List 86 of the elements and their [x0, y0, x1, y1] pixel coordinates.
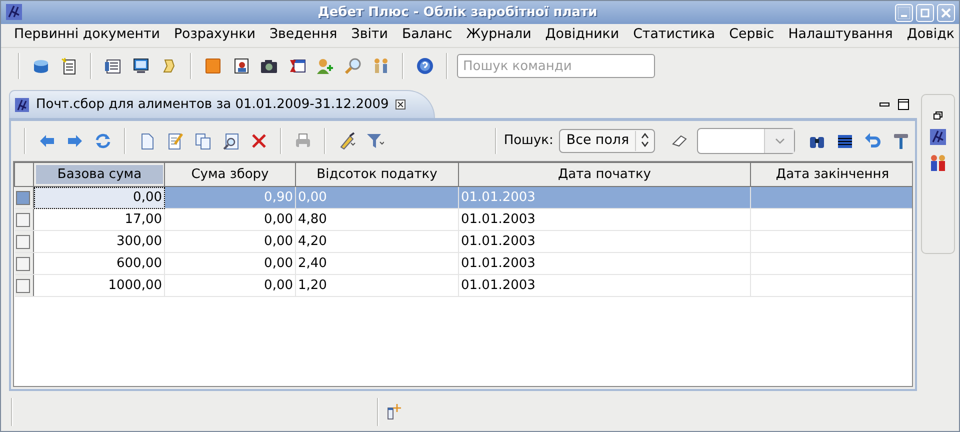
table-cell: 0,00 [296, 186, 458, 208]
table-cell: 01.01.2003 [458, 274, 750, 296]
close-icon[interactable] [394, 98, 406, 110]
spinner-arrows-icon [640, 132, 650, 148]
table-cell: 1,20 [296, 274, 458, 296]
row-selector[interactable] [16, 256, 30, 270]
menu-item[interactable]: Журнали [459, 25, 538, 46]
filter-icon [366, 132, 384, 150]
table-cell: 01.01.2003 [458, 186, 750, 208]
forward-icon [66, 132, 84, 150]
app-logo-icon [5, 3, 23, 22]
square-icon [204, 57, 222, 75]
calendar-icon [288, 57, 306, 75]
table-cell: 1000,00 [34, 274, 164, 296]
menu-item[interactable]: Довідники [538, 25, 626, 46]
table-cell: 17,00 [34, 208, 164, 230]
close-button[interactable] [937, 4, 955, 22]
list-icon [104, 57, 122, 75]
table-cell: 0,90 [164, 186, 296, 208]
print-icon [294, 132, 312, 150]
window-title: Дебет Плюс - Облік заробітної плати [316, 4, 598, 22]
search-icon [344, 57, 362, 75]
row-selector[interactable] [16, 212, 30, 226]
database-icon [32, 57, 50, 75]
search-combo-field[interactable] [697, 128, 795, 154]
table-cell: 0,00 [164, 252, 296, 274]
document-tab[interactable]: Почт.сбор для алиментов за 01.01.2009-31.12.2009 [9, 90, 435, 118]
app-logo-icon[interactable] [929, 128, 947, 146]
table-cell: 01.01.2003 [458, 252, 750, 274]
app-logo-icon [14, 96, 30, 112]
camera-icon [260, 57, 278, 75]
table-cell: 4,80 [296, 208, 458, 230]
minimize-icon [898, 6, 910, 18]
column-header[interactable]: Сума збору [164, 162, 296, 186]
marker-icon [338, 132, 356, 150]
table-cell: 300,00 [34, 230, 164, 252]
menu-item[interactable]: Статистика [626, 25, 722, 46]
user-add-icon [316, 57, 334, 75]
rows-icon [836, 132, 854, 150]
row-selector[interactable] [16, 190, 30, 204]
copy-icon [194, 132, 212, 150]
table-cell: 0,00 [34, 186, 164, 208]
hammer-icon [892, 132, 910, 150]
menu-item[interactable]: Первинні документи [7, 25, 167, 46]
people-icon[interactable] [929, 154, 947, 172]
table-cell: 0,00 [164, 208, 296, 230]
edit-document-icon [166, 132, 184, 150]
menu-item[interactable]: Розрахунки [166, 25, 262, 46]
close-icon [940, 6, 952, 18]
table-cell: 0,00 [164, 230, 296, 252]
table-cell: 01.01.2003 [458, 208, 750, 230]
maximize-button[interactable] [916, 4, 934, 22]
portrait-icon [232, 57, 250, 75]
minimize-button[interactable] [895, 4, 913, 22]
command-search-field[interactable]: Пошук команди [457, 54, 655, 78]
table-cell: 01.01.2003 [458, 230, 750, 252]
maximize-icon[interactable] [898, 99, 909, 110]
menu-item[interactable]: Звіти [344, 25, 395, 46]
delete-icon [250, 132, 268, 150]
column-header[interactable]: Дата початку [458, 162, 750, 186]
menu-item[interactable]: Зведення [262, 25, 344, 46]
row-selector[interactable] [16, 278, 30, 292]
fast-view-icon[interactable] [387, 402, 403, 421]
menu-item[interactable]: Налаштування [781, 25, 900, 46]
preview-icon [222, 132, 240, 150]
maximize-icon [919, 6, 931, 18]
menu-item[interactable]: Довідк [900, 25, 959, 46]
table-cell: 0,00 [164, 274, 296, 296]
table-cell: 4,20 [296, 230, 458, 252]
people-icon [372, 57, 390, 75]
new-document-icon [60, 57, 78, 75]
monitor-icon [132, 57, 150, 75]
refresh-icon [94, 132, 112, 150]
column-header[interactable]: Базова сума [34, 162, 164, 186]
table-cell: 2,40 [296, 252, 458, 274]
table-cell: 600,00 [34, 252, 164, 274]
menu-item[interactable]: Сервіс [722, 25, 782, 46]
column-header[interactable]: Дата закінчення [750, 162, 912, 186]
menu-item[interactable]: Баланс [394, 25, 460, 46]
search-field-select[interactable]: Все поля [559, 129, 655, 153]
column-header[interactable]: Відсоток податку [296, 162, 458, 186]
undo-icon [864, 132, 882, 150]
row-selector[interactable] [16, 234, 30, 248]
help-icon [416, 57, 434, 75]
restore-icon[interactable] [933, 111, 943, 120]
search-label: Пошук: [504, 132, 554, 150]
